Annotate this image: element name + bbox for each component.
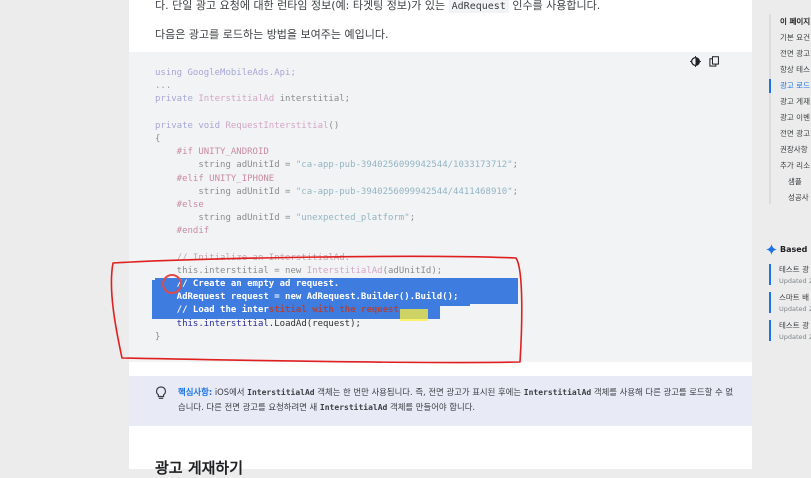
dark-mode-icon[interactable] bbox=[690, 56, 701, 67]
toc-active-marker bbox=[769, 79, 771, 93]
mouse-cursor-ring bbox=[162, 274, 182, 294]
toc-subitem[interactable]: 샘플 bbox=[788, 176, 802, 187]
text-highlight bbox=[400, 309, 428, 321]
code-line-selected: // Create an empty ad request. bbox=[155, 278, 519, 292]
code-line: #if UNITY_ANDROID bbox=[155, 147, 269, 158]
code-line: private void RequestInterstitial() bbox=[155, 120, 340, 131]
toc-title: 이 페이지 bbox=[780, 17, 811, 26]
top-paragraph: 다. 단일 광고 요청에 대한 런타임 정보(예: 타겟팅 정보)가 있는 Ad… bbox=[155, 0, 600, 13]
code-line: private InterstitialAd interstitial; bbox=[155, 94, 351, 105]
related-link-card[interactable]: 테스트 광 Updated 2 bbox=[769, 264, 811, 285]
code-line: this.interstitial.LoadAd(request); bbox=[155, 318, 361, 329]
code-line: using GoogleMobileAds.Api; bbox=[155, 68, 296, 78]
toc-item[interactable]: 권장사항 bbox=[780, 144, 808, 155]
code-line: // Initialize an InterstitialAd. bbox=[155, 252, 351, 263]
code-line: } bbox=[155, 331, 161, 342]
code-line-selected: AdRequest request = new AdRequest.Builde… bbox=[155, 291, 519, 305]
toc-rail bbox=[769, 14, 771, 204]
main-content: 다. 단일 광고 요청에 대한 런타임 정보(예: 타겟팅 정보)가 있는 Ad… bbox=[129, 0, 752, 477]
key-point-text: 핵심사항: iOS에서 InterstitialAd 객체는 한 번만 사용됩니… bbox=[178, 387, 734, 412]
toc-item-active[interactable]: 광고 로드 bbox=[780, 80, 810, 91]
based-on-label: Based bbox=[780, 245, 808, 254]
code-line: #elif UNITY_IPHONE bbox=[155, 173, 275, 184]
code-line: // Load the interstitial with the reques… bbox=[155, 305, 405, 316]
related-title: 테스트 광 bbox=[779, 265, 809, 274]
code-line: #else bbox=[155, 199, 204, 210]
copy-icon[interactable] bbox=[709, 56, 720, 67]
lightbulb-icon bbox=[155, 385, 167, 399]
code-line: string adUnitId = "unexpected_platform"; bbox=[155, 213, 416, 224]
toc-item[interactable]: 전면 광고 bbox=[780, 128, 810, 139]
related-link-card[interactable]: 테스트 광 Updated 2 bbox=[769, 320, 811, 341]
code-line: string adUnitId = "ca-app-pub-3940256099… bbox=[155, 186, 519, 197]
related-title: 스마트 배 bbox=[779, 293, 809, 302]
code-line: this.interstitial = new InterstitialAd(a… bbox=[155, 265, 443, 276]
top-paragraph-text: 다. 단일 광고 요청에 대한 런타임 정보(예: 타겟팅 정보)가 있는 bbox=[155, 0, 449, 12]
code-line: ... bbox=[155, 81, 172, 92]
key-point-label: 핵심사항: bbox=[178, 387, 213, 397]
toc-item[interactable]: 광고 게재 bbox=[780, 96, 810, 107]
toc-subitem[interactable]: 성공사 bbox=[788, 192, 809, 203]
code-text: using GoogleMobileAds.Api;... private Int… bbox=[155, 67, 519, 344]
code-toolbar bbox=[690, 56, 720, 67]
inline-code: AdRequest bbox=[448, 0, 509, 13]
code-line: string adUnitId = "ca-app-pub-3940256099… bbox=[155, 160, 519, 171]
toc-item[interactable]: 추가 리소 bbox=[780, 160, 810, 171]
sparkle-icon bbox=[766, 244, 777, 255]
key-point-note: 핵심사항: iOS에서 InterstitialAd 객체는 한 번만 사용됩니… bbox=[129, 376, 752, 426]
toc-item[interactable]: 전면 광고 bbox=[780, 48, 810, 59]
related-title: 테스트 광 bbox=[779, 321, 809, 330]
code-line: { bbox=[155, 133, 161, 144]
intro-paragraph: 다음은 광고를 로드하는 방법을 보여주는 예입니다. bbox=[155, 28, 389, 41]
section-heading: 광고 게재하기 bbox=[155, 459, 244, 477]
toc-item[interactable]: 기본 요건 bbox=[780, 32, 810, 43]
related-date: Updated 2 bbox=[779, 305, 811, 313]
code-line: #endif bbox=[155, 226, 210, 237]
code-block[interactable]: using GoogleMobileAds.Api;... private Int… bbox=[129, 52, 752, 362]
related-date: Updated 2 bbox=[779, 277, 811, 285]
related-date: Updated 2 bbox=[779, 333, 811, 341]
based-on-heading: Based bbox=[766, 244, 807, 255]
toc-item[interactable]: 광고 이벤 bbox=[780, 112, 810, 123]
toc-item[interactable]: 항상 테스 bbox=[780, 64, 810, 75]
top-paragraph-text-end: 인수를 사용합니다. bbox=[508, 0, 601, 12]
table-of-contents: 이 페이지 기본 요건 전면 광고 항상 테스 광고 로드 광고 게재 광고 이… bbox=[766, 0, 811, 469]
related-link-card[interactable]: 스마트 배 Updated 2 bbox=[769, 292, 811, 313]
